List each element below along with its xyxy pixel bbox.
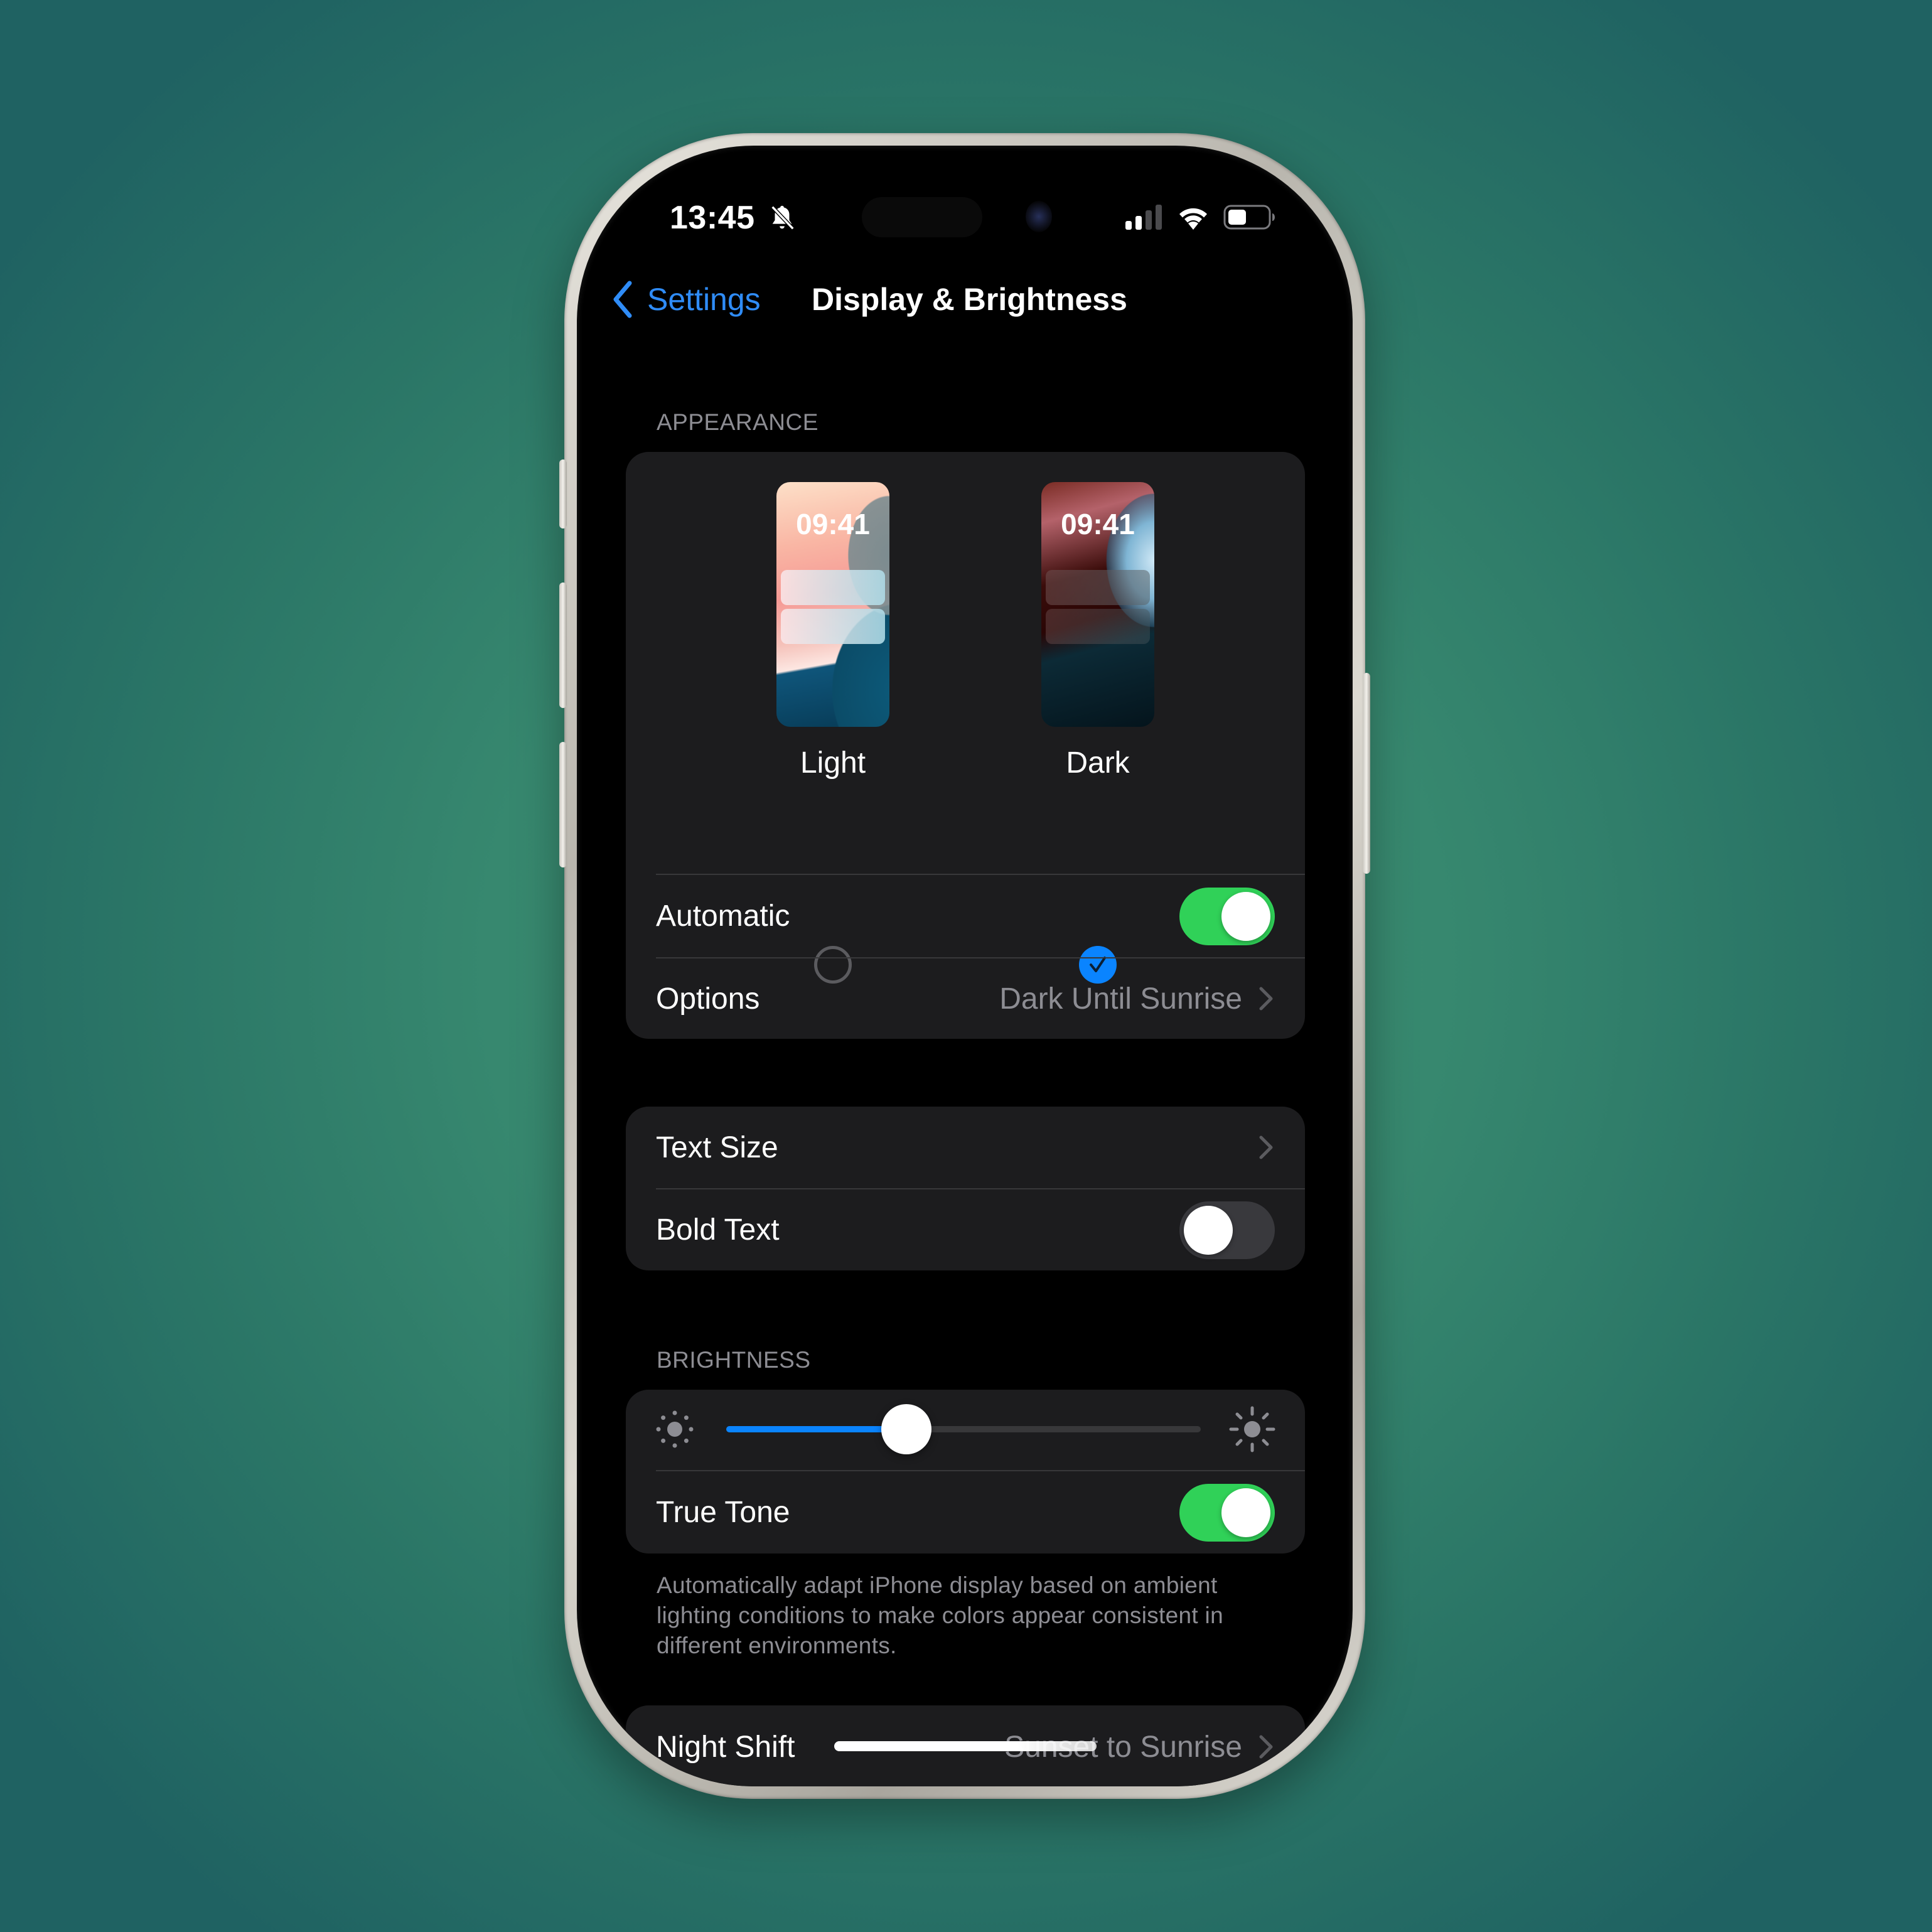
iphone-frame: 13:45 Settings Display & Brightness APPE…	[559, 133, 1370, 1799]
appearance-section-label: APPEARANCE	[657, 409, 818, 435]
action-button	[559, 459, 567, 529]
dark-mode-label: Dark	[1066, 746, 1130, 780]
home-indicator[interactable]	[834, 1741, 1097, 1751]
text-card: Text Size Bold Text	[626, 1107, 1305, 1270]
chevron-left-icon	[613, 281, 632, 318]
preview-widget	[1046, 609, 1150, 644]
preview-widget	[781, 570, 885, 605]
automatic-toggle[interactable]	[1179, 887, 1275, 945]
sun-max-icon	[1229, 1406, 1275, 1452]
bold-text-row: Bold Text	[626, 1189, 1305, 1270]
brightness-slider[interactable]	[726, 1404, 1201, 1454]
power-button	[1363, 673, 1370, 874]
options-row[interactable]: Options Dark Until Sunrise	[626, 958, 1305, 1039]
text-size-row[interactable]: Text Size	[626, 1107, 1305, 1188]
chevron-right-icon	[1259, 1135, 1273, 1159]
brightness-slider-thumb[interactable]	[881, 1404, 932, 1454]
appearance-card: 09:41 09:41 Light Dark Automatic Options…	[626, 452, 1305, 1039]
brightness-slider-fill	[726, 1426, 907, 1432]
battery-icon	[1223, 205, 1275, 230]
dark-mode-preview[interactable]: 09:41	[1041, 482, 1154, 727]
time-text: 13:45	[670, 200, 755, 236]
true-tone-description: Automatically adapt iPhone display based…	[657, 1572, 1223, 1658]
dynamic-island	[862, 197, 982, 237]
status-bar-time: 13:45	[670, 199, 797, 237]
automatic-row: Automatic	[626, 875, 1305, 957]
back-button[interactable]: Settings	[612, 277, 761, 321]
navigation-bar: Settings Display & Brightness	[577, 277, 1353, 321]
bell-slash-icon	[771, 205, 795, 230]
preview-time: 09:41	[796, 508, 870, 540]
volume-up-button	[559, 582, 567, 708]
brightness-card: True Tone	[626, 1390, 1305, 1554]
volume-down-button	[559, 742, 567, 867]
sun-min-icon	[656, 1410, 694, 1448]
brightness-section-label: BRIGHTNESS	[657, 1347, 811, 1373]
preview-time: 09:41	[1061, 508, 1135, 540]
chevron-right-icon	[1259, 987, 1273, 1011]
options-label: Options	[656, 982, 760, 1016]
status-bar-indicators	[1124, 205, 1276, 230]
wifi-icon	[1179, 208, 1207, 230]
bold-text-toggle[interactable]	[1179, 1201, 1275, 1259]
toggle-knob	[1221, 891, 1270, 941]
phone-screen: 13:45 Settings Display & Brightness APPE…	[577, 146, 1353, 1786]
preview-widget	[1046, 570, 1150, 605]
bold-text-label: Bold Text	[656, 1213, 780, 1247]
cellular-signal-icon	[1125, 205, 1162, 230]
toggle-knob	[1221, 1488, 1270, 1537]
true-tone-toggle[interactable]	[1179, 1483, 1275, 1542]
text-size-label: Text Size	[656, 1130, 778, 1164]
chevron-right-icon	[1259, 1735, 1273, 1759]
light-mode-label: Light	[800, 746, 866, 780]
back-label: Settings	[647, 282, 761, 317]
true-tone-row: True Tone	[626, 1471, 1305, 1554]
preview-widget	[781, 609, 885, 644]
toggle-knob	[1184, 1205, 1233, 1255]
front-camera	[1026, 201, 1052, 232]
automatic-label: Automatic	[656, 899, 790, 933]
options-value: Dark Until Sunrise	[999, 982, 1242, 1016]
page-title: Display & Brightness	[812, 282, 1127, 317]
true-tone-label: True Tone	[656, 1496, 790, 1529]
light-mode-preview[interactable]: 09:41	[776, 482, 889, 727]
